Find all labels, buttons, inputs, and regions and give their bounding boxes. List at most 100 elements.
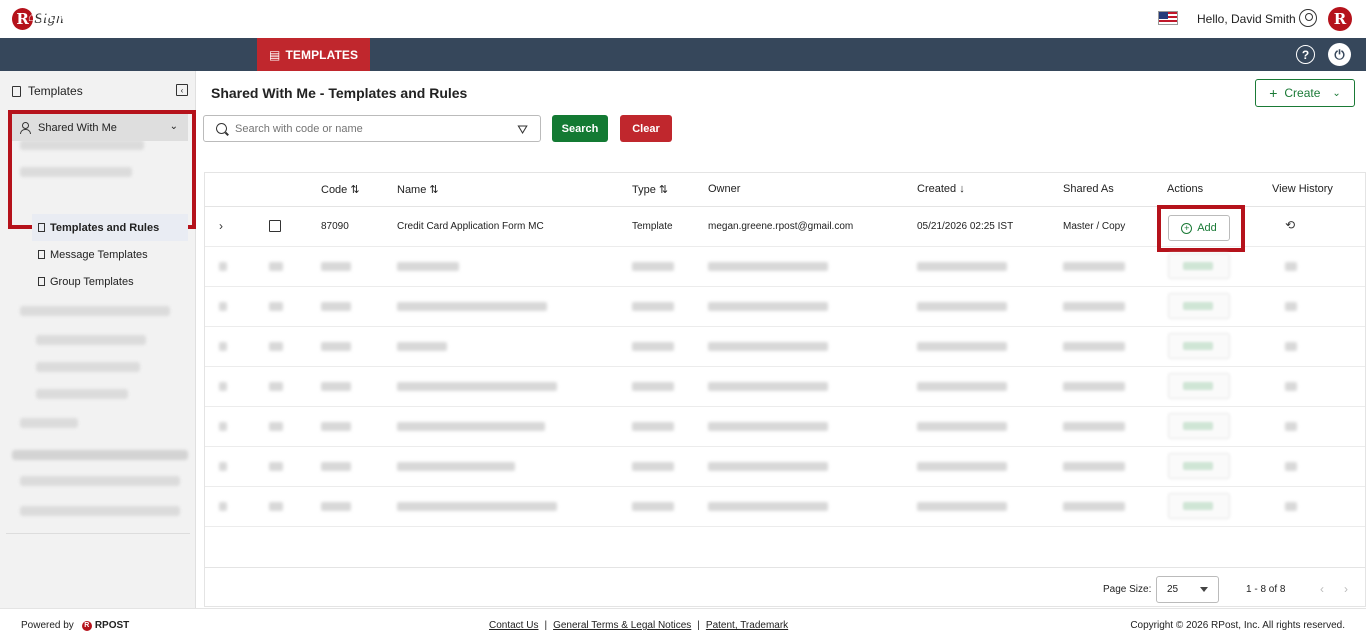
chevron-down-icon: ⌄ [169, 121, 178, 132]
footer: Powered by R RPOST Contact Us | General Te… [0, 608, 1366, 640]
table-footer-divider [205, 567, 1365, 568]
table-row [205, 327, 1365, 367]
cell-owner: megan.greene.rpost@gmail.com [708, 221, 854, 232]
search-icon [216, 123, 227, 134]
nav-settings-label: SETTINGS [384, 9, 446, 24]
document-icon: ▤ [269, 47, 281, 62]
chevron-down-icon: ⌄ [1332, 87, 1341, 99]
user-profile-icon[interactable] [1299, 9, 1317, 27]
powered-by-label: Powered by [21, 620, 74, 631]
document-icon [38, 223, 45, 232]
terms-link[interactable]: General Terms & Legal Notices [553, 620, 691, 631]
sidebar-item-label: Group Templates [50, 275, 134, 288]
patent-link[interactable]: Patent, Trademark [706, 620, 788, 631]
blurred-sidebar-item [36, 362, 140, 372]
column-created[interactable]: Created ↓ [917, 183, 965, 195]
nav-envelopes-label: ENVELOPES [184, 9, 259, 24]
copyright: Copyright © 2026 RPost, Inc. All rights … [1130, 620, 1345, 631]
collapse-sidebar-icon[interactable]: ‹ [176, 84, 188, 96]
person-icon [20, 122, 31, 134]
column-code[interactable]: Code ⇅ [321, 183, 360, 196]
cell-code: 87090 [321, 221, 349, 232]
column-view-history: View History [1272, 183, 1333, 195]
table-row [205, 287, 1365, 327]
cell-shared-as: Master / Copy [1063, 221, 1126, 232]
table-row [205, 247, 1365, 287]
table-row [205, 487, 1365, 527]
chevron-right-icon[interactable]: › [219, 219, 223, 233]
templates-table: Code ⇅ Name ⇅ Type ⇅ Owner Created ↓ Sha… [204, 172, 1366, 607]
document-icon [38, 250, 45, 259]
rpost-logo-icon: R [81, 620, 92, 631]
blurred-sidebar-item [20, 306, 170, 316]
footer-links: Contact Us | General Terms & Legal Notices… [489, 620, 789, 631]
create-label: Create [1284, 86, 1321, 100]
blurred-sidebar-item [36, 335, 146, 345]
sidebar-item-label: Message Templates [50, 248, 148, 261]
blurred-sidebar-item [20, 476, 180, 486]
chevron-left-icon[interactable]: ‹ [1320, 582, 1324, 596]
document-icon [12, 85, 21, 97]
add-label: Add [1197, 222, 1217, 234]
nav-send[interactable]: ➤ SEND [101, 0, 150, 33]
user-greeting: Hello, David Smith [1197, 12, 1296, 26]
cell-type: Template [632, 221, 673, 232]
row-checkbox[interactable] [269, 220, 281, 232]
us-flag-icon[interactable] [1158, 11, 1178, 25]
contact-us-link[interactable]: Contact Us [489, 620, 538, 631]
page-title: Shared With Me - Templates and Rules [211, 85, 468, 101]
home-icon: ⌂ [28, 9, 36, 24]
column-owner: Owner [708, 183, 741, 195]
gear-icon: ⚙ [369, 9, 380, 24]
column-name[interactable]: Name ⇅ [397, 183, 439, 196]
sidebar-title: Templates [12, 84, 83, 98]
sidebar-item-templates-and-rules[interactable]: Templates and Rules [32, 214, 188, 241]
nav-envelopes[interactable]: ✉ ENVELOPES [169, 0, 258, 33]
blurred-sidebar-item [12, 450, 188, 460]
page-size-label: Page Size: [1103, 584, 1152, 595]
help-icon[interactable]: ? [1296, 45, 1315, 64]
page-size-select[interactable]: 25 [1156, 576, 1219, 603]
create-button[interactable]: + Create ⌄ [1255, 79, 1355, 107]
plus-icon: + [1269, 85, 1278, 101]
page-count: 1 - 8 of 8 [1246, 584, 1286, 595]
blurred-sidebar-item [20, 506, 180, 516]
search-button[interactable]: Search [552, 115, 608, 142]
add-button[interactable]: + Add [1168, 215, 1230, 241]
table-header: Code ⇅ Name ⇅ Type ⇅ Owner Created ↓ Sha… [205, 173, 1365, 207]
search-box: ⛛ [203, 115, 541, 142]
cell-created: 05/21/2026 02:25 IST [917, 221, 1014, 232]
sidebar-title-label: Templates [28, 84, 83, 98]
column-actions: Actions [1167, 183, 1204, 195]
rpost-logo-text: RPOST [94, 620, 130, 631]
power-icon[interactable]: ⏻ [1328, 43, 1351, 66]
table-row [205, 447, 1365, 487]
chevron-right-icon[interactable]: › [1344, 582, 1348, 596]
sidebar-item-message-templates[interactable]: Message Templates [32, 241, 188, 268]
powered-by: Powered by R RPOST [21, 620, 129, 631]
table-row [205, 367, 1365, 407]
clear-button[interactable]: Clear [620, 115, 672, 142]
page-size-value: 25 [1167, 584, 1179, 595]
sidebar-item-group-templates[interactable]: Group Templates [32, 268, 188, 295]
send-icon: ➤ [101, 9, 112, 24]
column-type[interactable]: Type ⇅ [632, 183, 668, 196]
shared-with-me-label: Shared With Me [38, 121, 117, 134]
sidebar-shared-with-me[interactable]: Shared With Me ⌄ [12, 114, 188, 141]
search-input[interactable] [235, 122, 505, 135]
main-nav [0, 38, 1366, 71]
blurred-sidebar-item [36, 389, 128, 399]
nav-templates-label: TEMPLATES [285, 47, 359, 62]
nav-home[interactable]: ⌂ HOME [28, 0, 77, 33]
plus-circle-icon: + [1181, 222, 1193, 234]
filter-icon[interactable]: ⛛ [517, 122, 528, 138]
rpost-logo: R RPOST [81, 620, 130, 631]
brand-avatar[interactable]: R [1328, 7, 1352, 31]
cell-name: Credit Card Application Form MC [397, 221, 544, 232]
caret-down-icon [1200, 587, 1208, 592]
nav-templates[interactable]: ▤ TEMPLATES [257, 38, 371, 71]
nav-home-label: HOME [40, 9, 77, 24]
history-icon[interactable]: ⟲ [1285, 218, 1295, 232]
sidebar-divider [6, 533, 190, 534]
nav-settings[interactable]: ⚙ SETTINGS [369, 0, 446, 33]
